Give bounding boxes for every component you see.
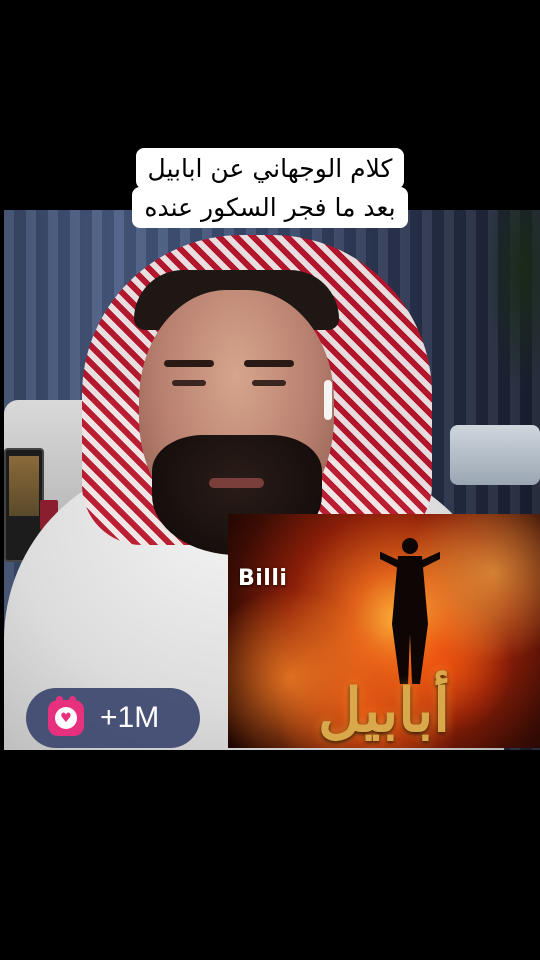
right-eye (252, 380, 286, 386)
billi-logo: Billi (238, 566, 288, 591)
caption-line-1: كلام الوجهاني عن ابابيل (135, 148, 405, 189)
mouth (209, 478, 264, 488)
gift-heart-icon: ♥ (48, 696, 84, 736)
gift-count-badge[interactable]: ♥ +1M (26, 688, 200, 748)
heart-icon: ♥ (55, 707, 77, 729)
gift-count: +1M (100, 701, 160, 734)
earphone (324, 380, 332, 420)
video-caption: كلام الوجهاني عن ابابيل بعد ما فجر السكو… (0, 148, 540, 228)
ababil-poster[interactable]: Billi أبابيل (228, 514, 540, 748)
right-eyebrow (244, 360, 294, 367)
caption-line-2: بعد ما فجر السكور عنده (132, 187, 408, 228)
poster-title: أبابيل (318, 676, 450, 746)
left-eyebrow (164, 360, 214, 367)
left-eye (172, 380, 206, 386)
man-silhouette (380, 538, 440, 684)
